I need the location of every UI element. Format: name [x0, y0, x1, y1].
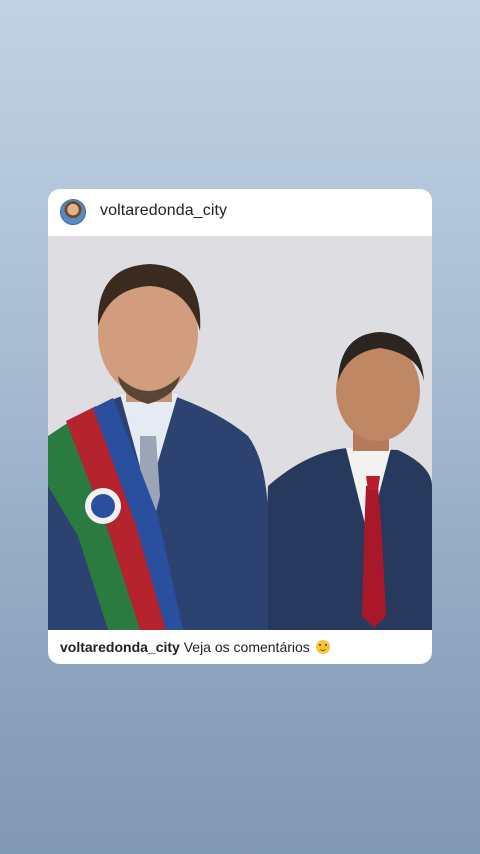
- photo-illustration: [48, 236, 432, 630]
- post-caption: voltaredonda_city Veja os comentários: [60, 639, 330, 655]
- caption-username[interactable]: voltaredonda_city: [60, 639, 180, 655]
- post-photo[interactable]: [48, 236, 432, 630]
- caption-text: Veja os comentários: [183, 639, 310, 655]
- post-header: voltaredonda_city: [48, 189, 432, 236]
- post-username[interactable]: voltaredonda_city: [100, 202, 227, 220]
- avatar[interactable]: [60, 199, 86, 225]
- smiling-emoji-icon: [315, 640, 330, 654]
- post-card[interactable]: voltaredonda_city voltaredonda_city Veja…: [48, 189, 432, 664]
